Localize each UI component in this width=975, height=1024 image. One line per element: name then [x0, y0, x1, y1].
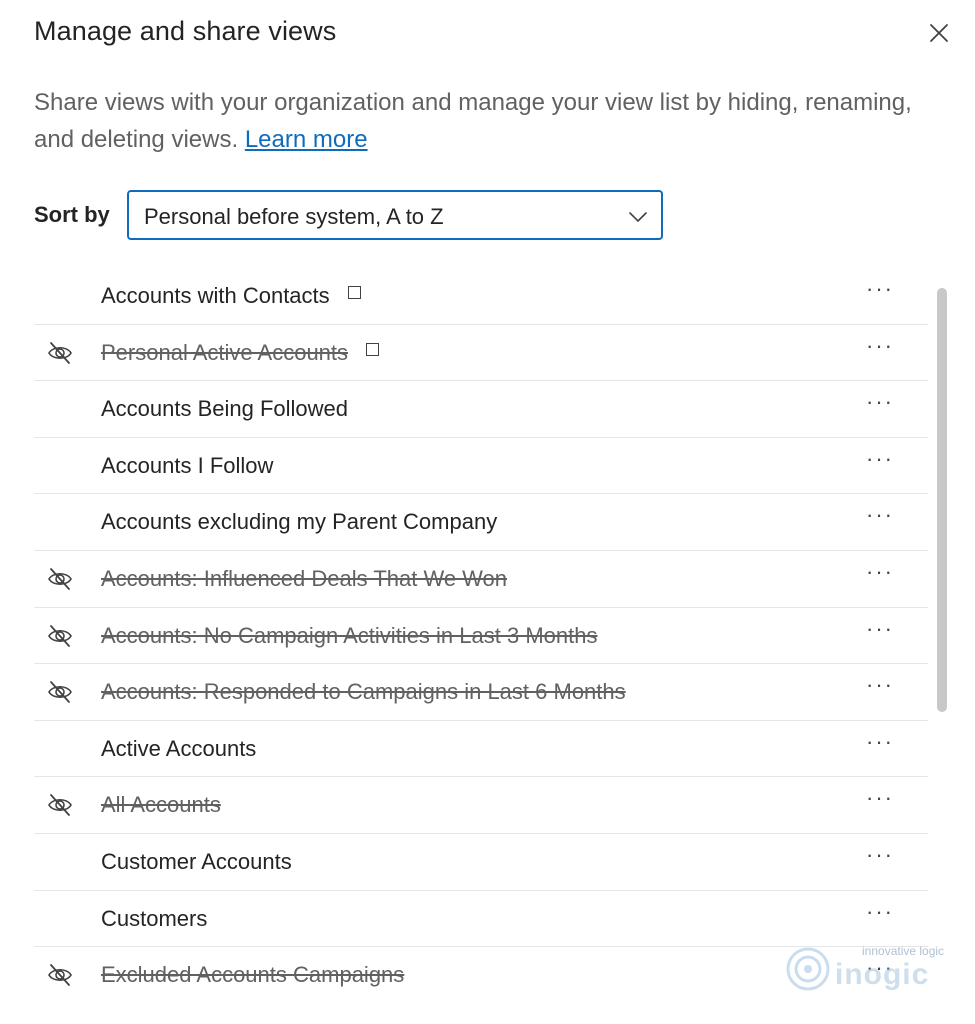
watermark-tagline: innovative logic [862, 944, 945, 958]
dialog-description: Share views with your organization and m… [34, 84, 914, 158]
view-label: Accounts: No Campaign Activities in Last… [101, 623, 597, 649]
dialog-title: Manage and share views [34, 16, 337, 46]
default-view-icon [366, 342, 380, 356]
view-row[interactable]: Accounts: No Campaign Activities in Last… [34, 608, 928, 665]
view-label: All Accounts [101, 792, 221, 818]
view-label-text: Accounts: No Campaign Activities in Last… [101, 622, 598, 648]
view-label-text: Accounts with Contacts [101, 283, 330, 308]
view-row[interactable]: Customer Accounts ··· [34, 834, 928, 891]
close-icon[interactable] [926, 20, 952, 46]
view-label-text: Accounts excluding my Parent Company [101, 509, 498, 535]
view-label-text: Active Accounts [101, 735, 257, 761]
more-options-button[interactable]: ··· [862, 389, 898, 417]
view-row[interactable]: Accounts: Responded to Campaigns in Last… [34, 664, 928, 721]
view-label-text: All Accounts [101, 792, 221, 818]
view-label: Accounts: Influenced Deals That We Won [101, 566, 507, 592]
view-label: Accounts excluding my Parent Company [101, 509, 497, 535]
description-text: Share views with your organization and m… [34, 89, 912, 153]
chevron-down-icon [629, 212, 647, 222]
view-row[interactable]: Accounts Being Followed ··· [34, 381, 928, 438]
view-label: Accounts with Contacts [101, 283, 361, 309]
hidden-eye-icon [46, 565, 74, 593]
manage-views-dialog: Manage and share views Share views with … [0, 0, 975, 1024]
view-label-text: Customers [101, 905, 208, 931]
view-label: Customer Accounts [101, 849, 292, 875]
more-options-button[interactable]: ··· [862, 559, 898, 587]
more-options-button[interactable]: ··· [862, 276, 898, 304]
view-row[interactable]: All Accounts ··· [34, 777, 928, 834]
hidden-eye-icon [46, 961, 74, 989]
view-label: Customers [101, 906, 207, 932]
view-row[interactable]: Accounts with Contacts ··· [34, 268, 928, 325]
view-label-text: Personal Active Accounts [101, 339, 349, 365]
view-row[interactable]: Accounts excluding my Parent Company ··· [34, 494, 928, 551]
sort-by-dropdown[interactable]: Personal before system, A to Z [127, 190, 663, 240]
hidden-eye-icon [46, 622, 74, 650]
view-label: Accounts I Follow [101, 453, 273, 479]
more-options-button[interactable]: ··· [862, 729, 898, 757]
inogic-logo-mark [786, 947, 830, 991]
hidden-eye-icon [46, 678, 74, 706]
view-row[interactable]: Customers ··· [34, 891, 928, 948]
view-label: Accounts: Responded to Campaigns in Last… [101, 679, 626, 705]
more-options-button[interactable]: ··· [862, 333, 898, 361]
more-options-button[interactable]: ··· [862, 899, 898, 927]
inogic-watermark: innovative logic inogic [785, 944, 955, 994]
view-label: Accounts Being Followed [101, 396, 348, 422]
watermark-name: inogic [835, 958, 930, 991]
list-scrollbar[interactable] [937, 288, 947, 712]
view-label-text: Customer Accounts [101, 848, 292, 874]
more-options-button[interactable]: ··· [862, 842, 898, 870]
more-options-button[interactable]: ··· [862, 616, 898, 644]
view-row[interactable]: Accounts: Influenced Deals That We Won ··… [34, 551, 928, 608]
view-label: Active Accounts [101, 736, 256, 762]
sort-selected-value: Personal before system, A to Z [144, 204, 444, 229]
view-label-text: Accounts Being Followed [101, 396, 349, 422]
view-label-text: Accounts: Responded to Campaigns in Last… [101, 679, 626, 705]
view-label-text: Accounts: Influenced Deals That We Won [101, 565, 508, 591]
hidden-eye-icon [46, 339, 74, 367]
view-row[interactable]: Active Accounts ··· [34, 721, 928, 778]
more-options-button[interactable]: ··· [862, 502, 898, 530]
view-label: Excluded Accounts Campaigns [101, 962, 404, 988]
view-label-text: Accounts I Follow [101, 452, 274, 478]
more-options-button[interactable]: ··· [862, 446, 898, 474]
view-row[interactable]: Personal Active Accounts ··· [34, 325, 928, 382]
sort-by-label: Sort by [34, 202, 110, 227]
more-options-button[interactable]: ··· [862, 785, 898, 813]
learn-more-link[interactable]: Learn more [245, 126, 368, 153]
more-options-button[interactable]: ··· [862, 672, 898, 700]
view-label-text: Excluded Accounts Campaigns [101, 962, 405, 988]
views-list: Accounts with Contacts ··· Personal Active… [34, 268, 928, 1003]
hidden-eye-icon [46, 791, 74, 819]
view-row[interactable]: Accounts I Follow ··· [34, 438, 928, 495]
view-label: Personal Active Accounts [101, 339, 380, 366]
default-view-icon [347, 286, 361, 299]
